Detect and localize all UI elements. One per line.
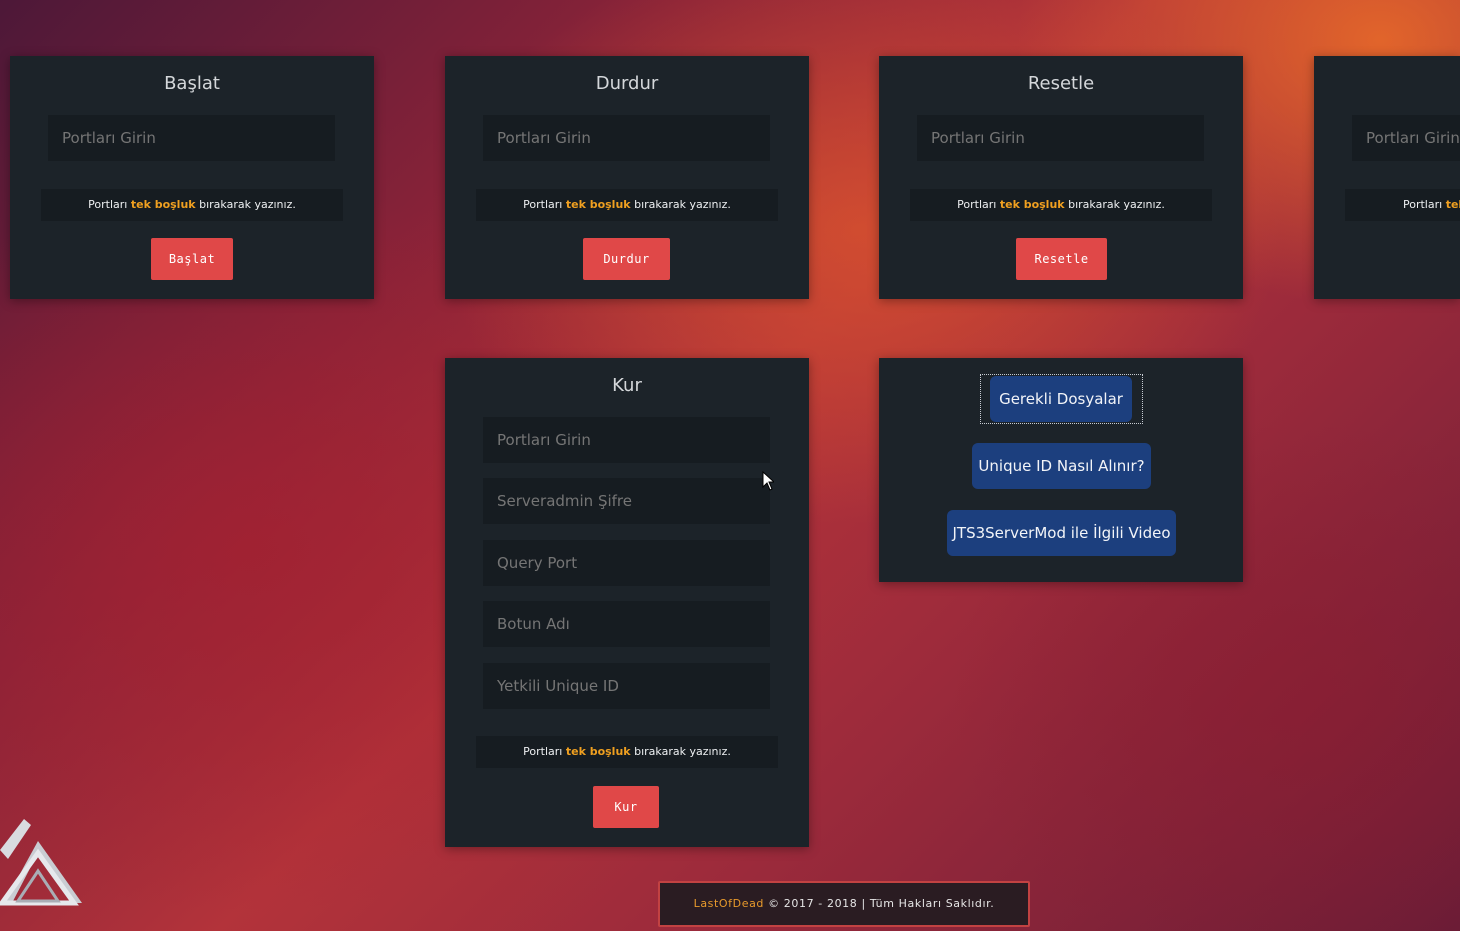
bot-name-input[interactable]: [483, 601, 770, 647]
ports-note: Portları tek boşluk bırakarak yazınız.: [476, 189, 778, 221]
footer-text: © 2017 - 2018 | Tüm Hakları Saklıdır.: [764, 897, 995, 910]
baslat-button[interactable]: Başlat: [151, 238, 233, 280]
video-button[interactable]: JTS3ServerMod ile İlgili Video: [947, 510, 1176, 556]
ports-note: Portları tek boşluk bırakarak yazınız.: [476, 736, 778, 768]
ports-input[interactable]: [483, 417, 770, 463]
card-resetle: Resetle Portları tek boşluk bırakarak ya…: [879, 56, 1243, 299]
card-baslat: Başlat Portları tek boşluk bırakarak yaz…: [10, 56, 374, 299]
ports-input[interactable]: [48, 115, 335, 161]
card-links: Gerekli Dosyalar Unique ID Nasıl Alınır?…: [879, 358, 1243, 582]
card-title: Kur: [612, 375, 642, 396]
unique-id-help-button[interactable]: Unique ID Nasıl Alınır?: [972, 443, 1151, 489]
unique-id-input[interactable]: [483, 663, 770, 709]
logo-icon: [0, 819, 82, 906]
query-port-input[interactable]: [483, 540, 770, 586]
serveradmin-password-input[interactable]: [483, 478, 770, 524]
mouse-cursor-icon: [762, 471, 774, 491]
card-partial: Portları tek: [1314, 56, 1460, 299]
card-title: Durdur: [595, 73, 659, 94]
required-files-button[interactable]: Gerekli Dosyalar: [990, 376, 1132, 422]
durdur-button[interactable]: Durdur: [583, 238, 670, 280]
ports-note: Portları tek: [1345, 189, 1460, 221]
card-title: Başlat: [164, 73, 220, 94]
ports-note: Portları tek boşluk bırakarak yazınız.: [910, 189, 1212, 221]
card-kur: Kur Portları tek boşluk bırakarak yazını…: [445, 358, 809, 847]
ports-input[interactable]: [483, 115, 770, 161]
kur-button[interactable]: Kur: [593, 786, 659, 828]
resetle-button[interactable]: Resetle: [1016, 238, 1107, 280]
ports-input[interactable]: [1352, 115, 1460, 161]
footer: LastOfDead © 2017 - 2018 | Tüm Hakları S…: [658, 881, 1030, 927]
card-title: Resetle: [1027, 73, 1095, 94]
footer-brand[interactable]: LastOfDead: [694, 897, 764, 910]
ports-note: Portları tek boşluk bırakarak yazınız.: [41, 189, 343, 221]
ports-input[interactable]: [917, 115, 1204, 161]
card-durdur: Durdur Portları tek boşluk bırakarak yaz…: [445, 56, 809, 299]
